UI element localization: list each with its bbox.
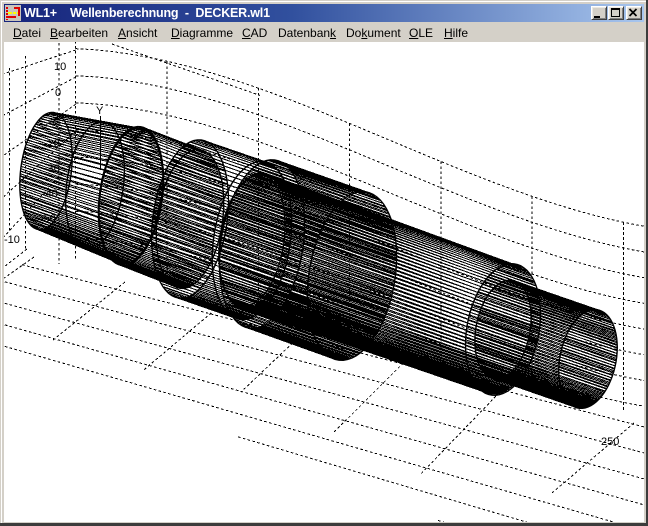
svg-text:0: 0 bbox=[55, 87, 61, 99]
svg-text:10: 10 bbox=[54, 61, 66, 73]
svg-text:250: 250 bbox=[601, 436, 619, 448]
svg-text:Y: Y bbox=[96, 105, 104, 117]
svg-text:-10: -10 bbox=[4, 234, 20, 246]
